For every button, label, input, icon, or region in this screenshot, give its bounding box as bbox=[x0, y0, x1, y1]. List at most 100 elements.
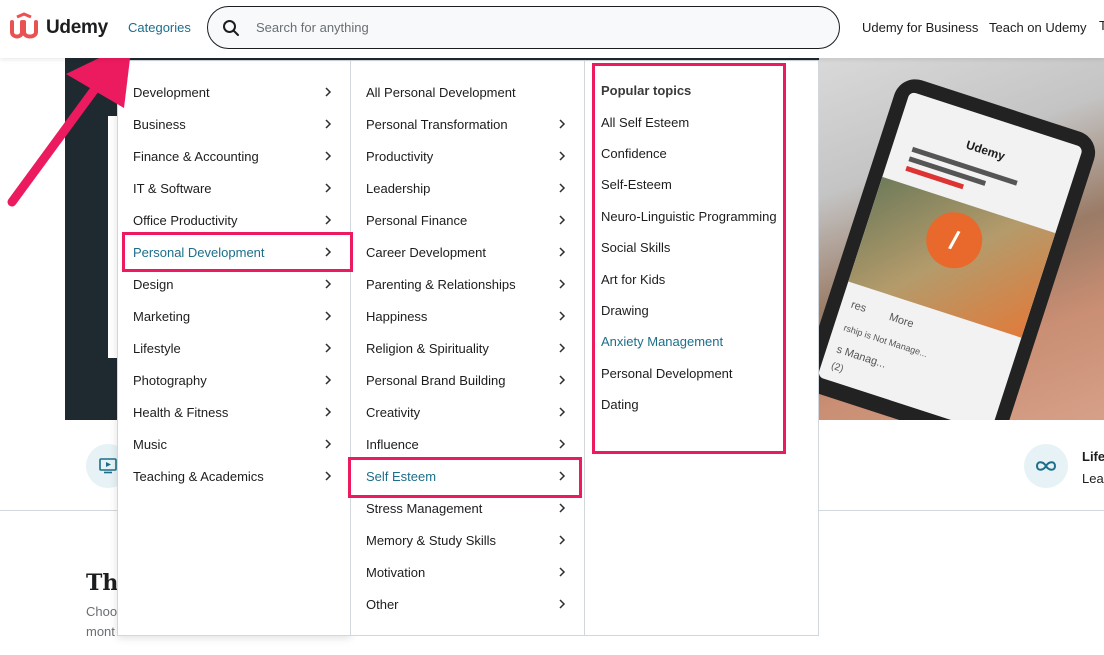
nav-link-truncated[interactable]: T bbox=[1099, 18, 1104, 33]
popular-topic-link[interactable]: Neuro-Linguistic Programming bbox=[601, 209, 777, 224]
subcategory-item-label: Memory & Study Skills bbox=[366, 532, 497, 548]
subcategory-item[interactable]: Personal Finance bbox=[351, 204, 584, 236]
udemy-for-business-link[interactable]: Udemy for Business bbox=[862, 20, 978, 35]
subcategory-item[interactable]: Other bbox=[351, 588, 584, 620]
subcategory-item[interactable]: Personal Brand Building bbox=[351, 364, 584, 396]
subcategory-item-label: Influence bbox=[366, 436, 419, 452]
subcategory-item[interactable]: Stress Management bbox=[351, 492, 584, 524]
popular-topic-link[interactable]: Self-Esteem bbox=[601, 177, 672, 192]
category-item[interactable]: Personal Development bbox=[118, 236, 350, 268]
category-item[interactable]: Design bbox=[118, 268, 350, 300]
chevron-right-icon bbox=[557, 278, 567, 290]
subcategory-item[interactable]: Creativity bbox=[351, 396, 584, 428]
popular-topic-link[interactable]: Personal Development bbox=[601, 366, 733, 381]
feature-title: Life bbox=[1082, 449, 1104, 464]
chevron-right-icon bbox=[557, 246, 567, 258]
subcategory-item-label: Creativity bbox=[366, 404, 421, 420]
chevron-right-icon bbox=[323, 86, 333, 98]
chevron-right-icon bbox=[557, 438, 567, 450]
subcategory-item-label: Personal Transformation bbox=[366, 116, 508, 132]
subcategory-item[interactable]: Memory & Study Skills bbox=[351, 524, 584, 556]
popular-topic-link[interactable]: Social Skills bbox=[601, 240, 670, 255]
chevron-right-icon bbox=[557, 406, 567, 418]
popular-topic-link[interactable]: Art for Kids bbox=[601, 272, 665, 287]
subcategory-item-label: Self Esteem bbox=[366, 468, 437, 484]
subcategory-item[interactable]: Influence bbox=[351, 428, 584, 460]
subcategory-item[interactable]: Happiness bbox=[351, 300, 584, 332]
teach-on-udemy-link[interactable]: Teach on Udemy bbox=[989, 20, 1087, 35]
subcategory-item[interactable]: Leadership bbox=[351, 172, 584, 204]
chevron-right-icon bbox=[557, 182, 567, 194]
popular-topic-link[interactable]: Drawing bbox=[601, 303, 649, 318]
category-item-label: Marketing bbox=[133, 308, 191, 324]
udemy-logo[interactable]: Udemy bbox=[8, 12, 108, 44]
category-item[interactable]: Music bbox=[118, 428, 350, 460]
chevron-right-icon bbox=[557, 566, 567, 578]
phone-list-item: (2) bbox=[829, 360, 845, 375]
subcategory-item[interactable]: Motivation bbox=[351, 556, 584, 588]
subcategory-item-label: All Personal Development bbox=[366, 84, 516, 100]
feature-subtitle: Lea bbox=[1082, 471, 1104, 486]
subcategory-item-label: Motivation bbox=[366, 564, 426, 580]
category-item-label: Lifestyle bbox=[133, 340, 181, 356]
chevron-right-icon bbox=[557, 502, 567, 514]
top-nav-bar: Udemy Categories Udemy for Business Teac… bbox=[0, 0, 1104, 58]
popular-topic-link[interactable]: All Self Esteem bbox=[601, 115, 689, 130]
chevron-right-icon bbox=[323, 118, 333, 130]
subcategory-item[interactable]: Religion & Spirituality bbox=[351, 332, 584, 364]
chevron-right-icon bbox=[323, 278, 333, 290]
popular-topic-link[interactable]: Confidence bbox=[601, 146, 667, 161]
subcategories-menu: All Personal Development Personal Transfo… bbox=[350, 60, 585, 636]
subcategory-item[interactable]: Parenting & Relationships bbox=[351, 268, 584, 300]
category-item[interactable]: Health & Fitness bbox=[118, 396, 350, 428]
categories-menu-button[interactable]: Categories bbox=[128, 20, 191, 35]
chevron-right-icon bbox=[323, 406, 333, 418]
category-item[interactable]: Lifestyle bbox=[118, 332, 350, 364]
udemy-page: Udemy / res More rship is Not Manage... … bbox=[0, 0, 1104, 655]
subcategory-item-label: Parenting & Relationships bbox=[366, 276, 516, 292]
chevron-right-icon bbox=[557, 534, 567, 546]
category-item[interactable]: Marketing bbox=[118, 300, 350, 332]
category-item[interactable]: Photography bbox=[118, 364, 350, 396]
subcategory-item-label: Stress Management bbox=[366, 500, 483, 516]
chevron-right-icon bbox=[557, 310, 567, 322]
phone-tab: More bbox=[887, 311, 916, 331]
chevron-right-icon bbox=[557, 470, 567, 482]
chevron-right-icon bbox=[323, 214, 333, 226]
chevron-right-icon bbox=[557, 374, 567, 386]
popular-topics-heading: Popular topics bbox=[601, 83, 692, 98]
chevron-right-icon bbox=[557, 598, 567, 610]
popular-topic-link[interactable]: Dating bbox=[601, 397, 639, 412]
chevron-right-icon bbox=[323, 246, 333, 258]
search-icon[interactable] bbox=[222, 19, 240, 37]
subcategory-item-label: Other bbox=[366, 596, 399, 612]
subcategory-item-label: Personal Brand Building bbox=[366, 372, 506, 388]
chevron-right-icon bbox=[557, 214, 567, 226]
subcategory-item[interactable]: All Personal Development bbox=[351, 76, 584, 108]
category-item-label: Photography bbox=[133, 372, 207, 388]
chevron-right-icon bbox=[323, 310, 333, 322]
category-item-label: Design bbox=[133, 276, 174, 292]
chevron-right-icon bbox=[323, 470, 333, 482]
chevron-right-icon bbox=[323, 342, 333, 354]
popular-topic-link[interactable]: Anxiety Management bbox=[601, 334, 723, 349]
subcategory-item[interactable]: Productivity bbox=[351, 140, 584, 172]
chevron-right-icon bbox=[323, 438, 333, 450]
chevron-right-icon bbox=[557, 150, 567, 162]
category-item-label: Music bbox=[133, 436, 167, 452]
subcategory-item-label: Career Development bbox=[366, 244, 486, 260]
category-item[interactable]: Teaching & Academics bbox=[118, 460, 350, 492]
subcategory-item[interactable]: Self Esteem bbox=[351, 460, 584, 492]
phone-tab: res bbox=[849, 298, 868, 315]
logo-text: Udemy bbox=[46, 17, 108, 38]
search-input[interactable] bbox=[256, 20, 816, 35]
subcategory-item[interactable]: Personal Transformation bbox=[351, 108, 584, 140]
chevron-right-icon bbox=[323, 150, 333, 162]
chevron-right-icon bbox=[323, 374, 333, 386]
search-bar[interactable] bbox=[207, 6, 840, 49]
subcategory-item-label: Happiness bbox=[366, 308, 428, 324]
subcategory-item[interactable]: Career Development bbox=[351, 236, 584, 268]
category-item-label: Health & Fitness bbox=[133, 404, 229, 420]
chevron-right-icon bbox=[557, 342, 567, 354]
subcategory-item-label: Religion & Spirituality bbox=[366, 340, 489, 356]
